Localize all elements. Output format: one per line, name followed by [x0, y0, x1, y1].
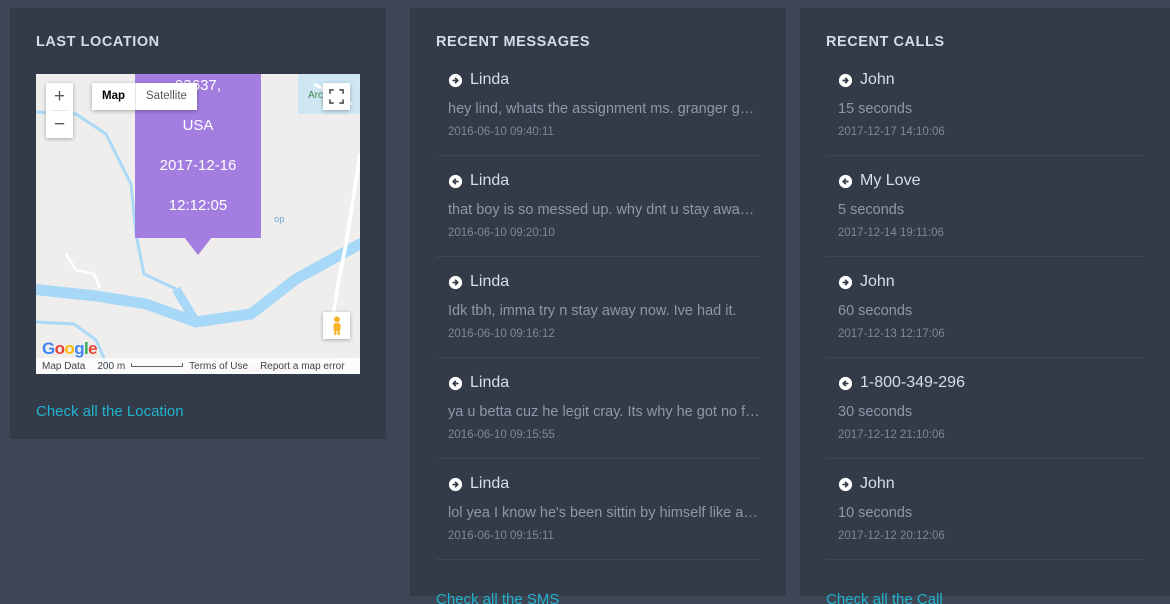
check-all-call-link[interactable]: Check all the Call — [826, 591, 943, 604]
list-item-timestamp: 2017-12-14 19:11:06 — [838, 227, 944, 239]
list-item-timestamp: 2016-06-10 09:40:11 — [448, 126, 554, 138]
list-item[interactable]: Linda ya u betta cuz he legit cray. Its w… — [436, 375, 760, 459]
arrow-right-circle-icon — [448, 275, 463, 289]
list-item-header: 1-800-349-296 — [826, 375, 1144, 391]
google-logo: Google — [42, 339, 98, 358]
calls-link-row: Check all the Call — [800, 577, 1170, 604]
list-item[interactable]: My Love 5 seconds 2017-12-14 19:11:06 — [826, 173, 1144, 257]
list-item-text: that boy is so messed up. why dnt u stay… — [448, 202, 760, 218]
zoom-in-button[interactable]: + — [46, 83, 73, 110]
list-item-header: John — [826, 274, 1144, 290]
last-location-panel: LAST LOCATION Arcade — [10, 8, 386, 439]
recent-messages-title: RECENT MESSAGES — [436, 34, 591, 50]
list-item-timestamp: 2016-06-10 09:20:10 — [448, 227, 555, 239]
arrow-left-circle-icon — [448, 174, 463, 188]
list-item[interactable]: Linda lol yea I know he's been sittin by … — [436, 476, 760, 560]
list-item[interactable]: Linda Idk tbh, imma try n stay away now. … — [436, 274, 760, 358]
list-item-timestamp: 2017-12-17 14:10:06 — [838, 126, 945, 138]
list-item-header: My Love — [826, 173, 1144, 189]
list-item-timestamp: 2016-06-10 09:15:55 — [448, 429, 555, 441]
list-item-timestamp: 2017-12-12 20:12:06 — [838, 530, 945, 542]
zoom-out-button[interactable]: − — [46, 111, 73, 138]
info-window-time: 12:12:05 — [168, 197, 228, 214]
location-link-row: Check all the Location — [10, 374, 386, 421]
list-item[interactable]: Linda hey lind, whats the assignment ms. … — [436, 72, 760, 156]
list-item-timestamp: 2017-12-13 12:17:06 — [838, 328, 945, 340]
map-terms-link[interactable]: Terms of Use — [183, 361, 254, 372]
list-item-timestamp: 2017-12-12 21:10:06 — [838, 429, 945, 441]
messages-list: Linda hey lind, whats the assignment ms. … — [410, 72, 786, 560]
list-item-header: Linda — [436, 274, 760, 290]
arrow-right-circle-icon — [448, 73, 463, 87]
dashboard: LAST LOCATION Arcade — [0, 0, 1170, 604]
list-item-name: John — [860, 475, 895, 492]
map-zoom-control[interactable]: + − — [46, 83, 73, 138]
list-item-text: 10 seconds — [838, 505, 913, 521]
list-item-text: 30 seconds — [838, 404, 913, 420]
list-item-text: Idk tbh, imma try n stay away now. Ive h… — [448, 303, 737, 319]
list-item-header: Linda — [436, 375, 760, 391]
list-item-name: Linda — [470, 273, 510, 290]
list-item-text: 60 seconds — [838, 303, 913, 319]
recent-calls-panel: RECENT CALLS John 15 seconds 2017-12-17 14… — [800, 8, 1170, 604]
check-all-location-link[interactable]: Check all the Location — [36, 403, 184, 420]
info-window-pointer — [184, 237, 212, 255]
map-type-control[interactable]: Map Satellite — [92, 83, 197, 110]
list-item-text: ya u betta cuz he legit cray. Its why he… — [448, 404, 760, 420]
info-window-country: USA — [182, 117, 214, 134]
list-item-header: Linda — [436, 72, 760, 88]
page-title: LAST LOCATION — [36, 34, 160, 50]
list-item[interactable]: John 10 seconds 2017-12-12 20:12:06 — [826, 476, 1144, 560]
arrow-right-circle-icon — [838, 73, 853, 87]
list-item-text: lol yea I know he's been sittin by himse… — [448, 505, 760, 521]
map-report-error-link[interactable]: Report a map error — [254, 361, 350, 372]
messages-link-row: Check all the SMS — [410, 577, 786, 604]
list-item-text: 15 seconds — [838, 101, 913, 117]
list-item-name: Linda — [470, 172, 510, 189]
list-item[interactable]: 1-800-349-296 30 seconds 2017-12-12 21:10:… — [826, 375, 1144, 459]
list-item-header: John — [826, 476, 1144, 492]
arrow-left-circle-icon — [838, 174, 853, 188]
list-item-name: Linda — [470, 71, 510, 88]
pegman-icon — [332, 315, 341, 335]
fullscreen-icon — [329, 89, 344, 104]
map-attribution-bar: Map Data 200 m Terms of Use Report a map… — [36, 358, 360, 374]
list-item-name: John — [860, 273, 895, 290]
list-item-timestamp: 2016-06-10 09:15:11 — [448, 530, 554, 542]
list-item-timestamp: 2016-06-10 09:16:12 — [448, 328, 555, 340]
recent-calls-title: RECENT CALLS — [826, 34, 945, 50]
list-item-name: 1-800-349-296 — [860, 374, 965, 391]
arrow-right-circle-icon — [448, 477, 463, 491]
arrow-right-circle-icon — [838, 477, 853, 491]
fullscreen-button[interactable] — [323, 83, 350, 110]
info-window-date: 2017-12-16 — [159, 157, 237, 174]
arrow-right-circle-icon — [838, 275, 853, 289]
map-data-label: Map Data — [42, 360, 86, 372]
list-item-name: John — [860, 71, 895, 88]
list-item[interactable]: John 60 seconds 2017-12-13 12:17:06 — [826, 274, 1144, 358]
map-container[interactable]: Arcade op Lennox Ave + − Map Satellite — [36, 74, 360, 374]
svg-text:op: op — [274, 214, 285, 225]
list-item-text: hey lind, whats the assignment ms. grang… — [448, 101, 760, 117]
list-item-text: 5 seconds — [838, 202, 905, 218]
list-item-name: My Love — [860, 172, 921, 189]
recent-messages-panel: RECENT MESSAGES Linda hey lind, whats the… — [410, 8, 786, 604]
street-view-pegman-button[interactable] — [323, 312, 350, 339]
map-type-satellite-button[interactable]: Satellite — [135, 83, 197, 110]
list-item-header: John — [826, 72, 1144, 88]
arrow-left-circle-icon — [838, 376, 853, 390]
calls-list: John 15 seconds 2017-12-17 14:10:06 My Love… — [800, 72, 1170, 560]
arrow-left-circle-icon — [448, 376, 463, 390]
map-type-map-button[interactable]: Map — [92, 83, 135, 110]
list-item-name: Linda — [470, 374, 510, 391]
list-item[interactable]: Linda that boy is so messed up. why dnt u… — [436, 173, 760, 257]
map-scale-label: 200 m — [97, 360, 126, 372]
list-item-header: Linda — [436, 476, 760, 492]
list-item-header: Linda — [436, 173, 760, 189]
list-item-name: Linda — [470, 475, 510, 492]
list-item[interactable]: John 15 seconds 2017-12-17 14:10:06 — [826, 72, 1144, 156]
check-all-sms-link[interactable]: Check all the SMS — [436, 591, 559, 604]
map-scale-bar — [131, 363, 184, 367]
